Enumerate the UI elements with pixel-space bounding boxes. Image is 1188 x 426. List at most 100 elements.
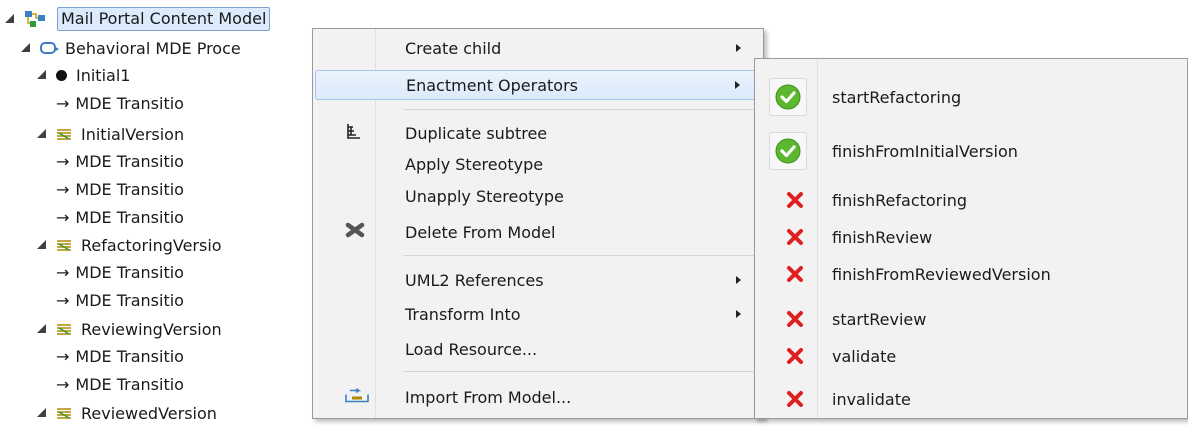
menu-item-label: Enactment Operators: [406, 75, 579, 95]
tree-node-transition[interactable]: → MDE Transitio: [56, 259, 184, 285]
tree-node-label[interactable]: MDE Transitio: [75, 152, 184, 171]
tree-process-row[interactable]: Behavioral MDE Proce: [20, 35, 241, 61]
state-icon: [56, 406, 72, 420]
submenu-item-label: finishReview: [832, 227, 933, 247]
enactment-operators-submenu: startRefactoring finishFromInitialVersio…: [754, 58, 1188, 419]
cross-icon: [785, 190, 805, 210]
menu-item-label: Delete From Model: [405, 222, 556, 242]
tree-node-transition[interactable]: → MDE Transitio: [56, 176, 184, 202]
tree-node-label[interactable]: RefactoringVersio: [81, 236, 222, 255]
model-tree: Mail Portal Content Model Behavioral MDE…: [0, 0, 330, 423]
menu-item-delete-from-model[interactable]: Delete From Model: [315, 217, 761, 247]
duplicate-icon: [345, 123, 361, 143]
tree-node-initial1[interactable]: Initial1: [36, 62, 130, 88]
transition-arrow-icon: →: [56, 151, 70, 171]
submenu-item-finishrefactoring[interactable]: finishRefactoring: [755, 185, 1187, 215]
tree-node-label[interactable]: MDE Transitio: [75, 94, 184, 113]
menu-item-create-child[interactable]: Create child: [315, 33, 761, 63]
submenu-item-startreview[interactable]: startReview: [755, 304, 1187, 334]
submenu-item-validate[interactable]: validate: [755, 341, 1187, 371]
collapse-icon[interactable]: [36, 323, 48, 335]
submenu-arrow-icon: [736, 44, 741, 52]
collapse-icon[interactable]: [4, 13, 16, 25]
collapse-icon[interactable]: [20, 42, 32, 54]
tree-node-transition[interactable]: → MDE Transitio: [56, 287, 184, 313]
tree-node-label[interactable]: InitialVersion: [81, 125, 184, 144]
transition-arrow-icon: →: [56, 207, 70, 227]
submenu-item-label: finishRefactoring: [832, 190, 967, 210]
tree-node-transition[interactable]: → MDE Transitio: [56, 371, 184, 397]
submenu-item-label: finishFromInitialVersion: [832, 141, 1018, 161]
menu-item-transform-into[interactable]: Transform Into: [315, 299, 761, 329]
tree-root-row[interactable]: Mail Portal Content Model: [4, 6, 271, 32]
transition-arrow-icon: →: [56, 93, 70, 113]
menu-item-load-resource[interactable]: Load Resource...: [315, 334, 761, 364]
submenu-item-startrefactoring[interactable]: startRefactoring: [755, 72, 1187, 122]
submenu-item-finishfrominitialversion[interactable]: finishFromInitialVersion: [755, 126, 1187, 176]
tree-node-reviewingversion[interactable]: ReviewingVersion: [36, 316, 222, 342]
menu-separator: [403, 255, 759, 256]
transition-arrow-icon: →: [56, 346, 70, 366]
menu-item-label: UML2 References: [405, 270, 544, 290]
delete-icon: [345, 222, 365, 242]
tree-node-label[interactable]: MDE Transitio: [75, 208, 184, 227]
menu-item-import-from-model[interactable]: Import From Model...: [315, 382, 761, 412]
tree-node-transition[interactable]: → MDE Transitio: [56, 343, 184, 369]
collapse-icon[interactable]: [36, 239, 48, 251]
tree-node-refactoringversion[interactable]: RefactoringVersio: [36, 232, 222, 258]
transition-arrow-icon: →: [56, 290, 70, 310]
behavior-process-icon: [40, 42, 59, 54]
submenu-arrow-icon: [736, 276, 741, 284]
menu-item-unapply-stereotype[interactable]: Unapply Stereotype: [315, 181, 761, 211]
submenu-item-finishreview[interactable]: finishReview: [755, 222, 1187, 252]
tree-node-label[interactable]: MDE Transitio: [75, 375, 184, 394]
menu-item-label: Import From Model...: [405, 387, 572, 407]
cross-icon: [785, 309, 805, 329]
tree-node-label[interactable]: MDE Transitio: [75, 263, 184, 282]
menu-item-apply-stereotype[interactable]: Apply Stereotype: [315, 149, 761, 179]
tree-node-transition[interactable]: → MDE Transitio: [56, 90, 184, 116]
tree-node-initialversion[interactable]: InitialVersion: [36, 121, 184, 147]
menu-item-label: Transform Into: [405, 304, 521, 324]
collapse-icon[interactable]: [36, 69, 48, 81]
submenu-item-label: finishFromReviewedVersion: [832, 264, 1051, 284]
menu-item-enactment-operators[interactable]: Enactment Operators: [315, 70, 761, 100]
tree-node-label[interactable]: ReviewedVersion: [81, 404, 217, 423]
cross-icon: [785, 346, 805, 366]
tree-node-label[interactable]: ReviewingVersion: [81, 320, 222, 339]
tree-node-label[interactable]: MDE Transitio: [75, 291, 184, 310]
import-icon: [345, 387, 369, 407]
menu-separator: [403, 109, 759, 110]
tree-node-label[interactable]: MDE Transitio: [75, 180, 184, 199]
menu-item-label: Load Resource...: [405, 339, 538, 359]
transition-arrow-icon: →: [56, 374, 70, 394]
menu-item-label: Unapply Stereotype: [405, 186, 564, 206]
menu-item-label: Create child: [405, 38, 502, 58]
tree-root-label[interactable]: Mail Portal Content Model: [57, 7, 271, 31]
state-icon: [56, 127, 72, 141]
submenu-item-label: invalidate: [832, 389, 911, 409]
transition-arrow-icon: →: [56, 179, 70, 199]
model-icon: [24, 10, 48, 28]
cross-icon: [785, 227, 805, 247]
submenu-item-finishfromreviewedversion[interactable]: finishFromReviewedVersion: [755, 259, 1187, 289]
tree-node-reviewedversion[interactable]: ReviewedVersion: [36, 400, 217, 426]
tree-node-transition[interactable]: → MDE Transitio: [56, 204, 184, 230]
collapse-icon[interactable]: [36, 128, 48, 140]
collapse-icon[interactable]: [36, 407, 48, 419]
tree-node-label[interactable]: Initial1: [76, 66, 130, 85]
submenu-item-invalidate[interactable]: invalidate: [755, 384, 1187, 414]
tree-node-label[interactable]: Behavioral MDE Proce: [65, 39, 241, 58]
tree-node-label[interactable]: MDE Transitio: [75, 347, 184, 366]
menu-item-uml2-references[interactable]: UML2 References: [315, 265, 761, 295]
submenu-item-label: startReview: [832, 309, 927, 329]
check-icon: [769, 132, 807, 170]
check-icon: [769, 78, 807, 116]
menu-item-duplicate-subtree[interactable]: Duplicate subtree: [315, 118, 761, 148]
submenu-arrow-icon: [736, 310, 741, 318]
tree-node-transition[interactable]: → MDE Transitio: [56, 148, 184, 174]
context-menu: Create child Enactment Operators Duplica…: [312, 28, 764, 419]
submenu-item-label: validate: [832, 346, 897, 366]
cross-icon: [785, 389, 805, 409]
menu-separator: [403, 371, 759, 372]
